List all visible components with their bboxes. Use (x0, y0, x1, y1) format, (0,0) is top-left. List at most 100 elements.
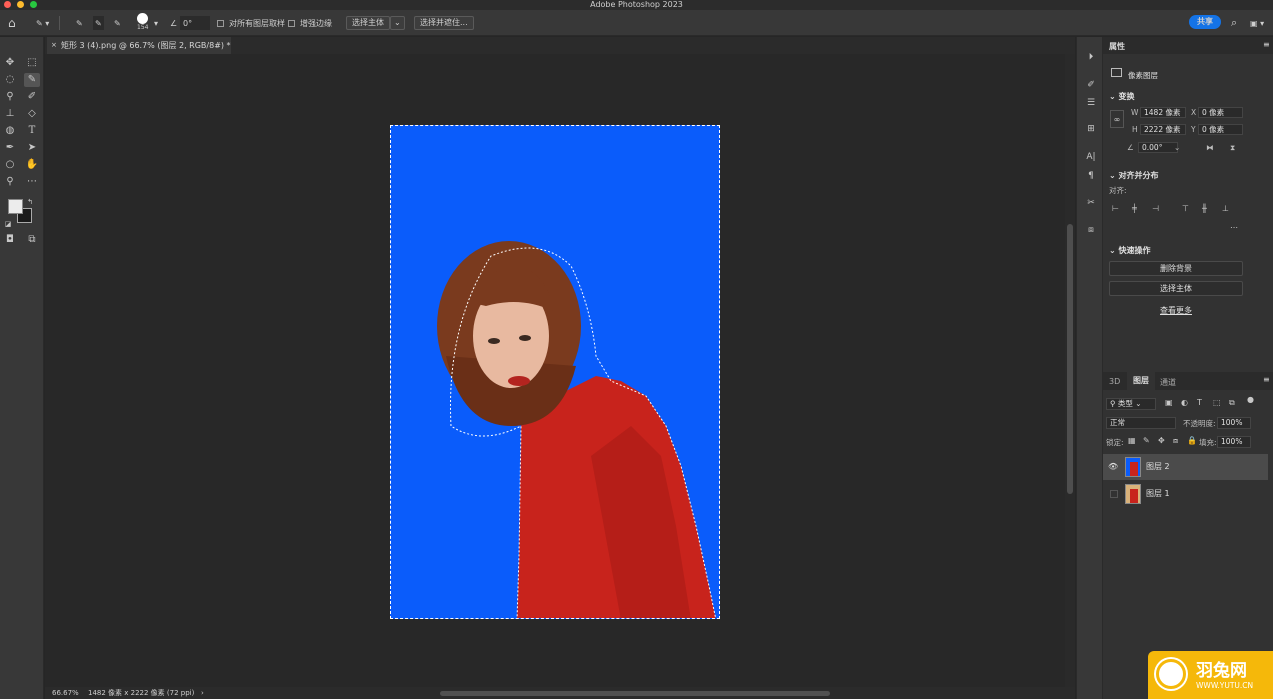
layer-filter-select[interactable]: ⚲ 类型 ⌄ (1106, 398, 1156, 410)
share-button[interactable]: 共享 (1189, 15, 1221, 29)
align-center-horizontal-icon[interactable]: ╪ (1132, 204, 1137, 213)
zoom-window-button[interactable] (30, 1, 37, 8)
lock-position-icon[interactable]: ✥ (1158, 436, 1165, 445)
paragraph-icon[interactable]: ¶ (1084, 171, 1098, 183)
filter-type-icon[interactable]: T (1197, 398, 1202, 407)
paths-icon[interactable]: ⧈ (1084, 225, 1098, 237)
adjustments-icon[interactable]: ☰ (1084, 98, 1098, 110)
width-input[interactable]: 1482 像素 (1140, 107, 1186, 118)
align-top-icon[interactable]: ⊤ (1182, 204, 1189, 213)
pen-tool-icon[interactable]: ✒ (2, 141, 18, 155)
tab-layers[interactable]: 图层 (1127, 372, 1155, 390)
ellipse-tool-icon[interactable]: ○ (2, 158, 18, 172)
more-tools-icon[interactable]: ⋯ (24, 175, 40, 189)
subtract-selection-icon[interactable]: ✎ (114, 16, 121, 30)
quick-selection-tool-icon[interactable]: ✎ (24, 73, 40, 87)
brush-dropdown-icon[interactable]: ▾ (154, 16, 158, 30)
tab-properties[interactable]: 属性 (1109, 41, 1125, 52)
quick-mask-icon[interactable]: ◘ (2, 233, 18, 247)
layer-row[interactable]: 👁 图层 2 (1103, 454, 1268, 480)
new-selection-icon[interactable]: ✎ (76, 16, 83, 30)
layer-row[interactable]: 图层 1 (1103, 481, 1268, 507)
align-left-icon[interactable]: ⊢ (1112, 204, 1119, 213)
history-icon[interactable]: ⏵ (1084, 52, 1098, 64)
status-arrow-icon[interactable]: › (201, 687, 204, 699)
brush-tool-icon[interactable]: ✐ (24, 90, 40, 104)
swap-colors-icon[interactable]: ↰ (26, 195, 34, 209)
hand-tool-icon[interactable]: ✋ (24, 158, 40, 172)
select-subject-dropdown[interactable]: ⌄ (390, 16, 405, 30)
lock-artboard-icon[interactable]: ⧈ (1173, 436, 1178, 446)
lock-image-icon[interactable]: ✎ (1143, 436, 1150, 445)
libraries-icon[interactable]: ⊞ (1084, 124, 1098, 136)
home-icon[interactable]: ⌂ (8, 16, 16, 30)
vertical-scroll-thumb[interactable] (1067, 224, 1073, 494)
brush-picker[interactable]: 154 (137, 13, 148, 33)
flip-horizontal-icon[interactable]: ⧓ (1206, 143, 1214, 152)
filter-adjustment-icon[interactable]: ◐ (1181, 398, 1188, 407)
foreground-color-swatch[interactable] (8, 199, 23, 214)
path-selection-tool-icon[interactable]: ➤ (24, 141, 40, 155)
filter-pixel-icon[interactable]: ▣ (1165, 398, 1173, 407)
close-tab-icon[interactable]: × (51, 37, 57, 54)
filter-smart-object-icon[interactable]: ⧉ (1229, 398, 1235, 408)
document-tab[interactable]: × 矩形 3 (4).png @ 66.7% (图层 2, RGB/8#) * (47, 37, 231, 54)
layer-name[interactable]: 图层 2 (1146, 454, 1170, 480)
dodge-tool-icon[interactable]: ◍ (2, 124, 18, 138)
fill-input[interactable]: 100% (1217, 436, 1251, 448)
quick-actions-title[interactable]: ⌄ 快速操作 (1109, 245, 1151, 256)
move-tool-icon[interactable]: ✥ (2, 56, 18, 70)
x-input[interactable]: 0 像素 (1198, 107, 1243, 118)
lock-transparency-icon[interactable]: ▦ (1128, 436, 1136, 445)
rotation-dropdown-icon[interactable]: ⌄ (1174, 143, 1180, 152)
align-section-title[interactable]: ⌄ 对齐并分布 (1109, 170, 1159, 181)
document-canvas[interactable] (390, 125, 720, 619)
panel-menu-icon[interactable]: ≡ (1263, 40, 1270, 49)
view-more-link[interactable]: 查看更多 (1160, 305, 1192, 316)
brush-settings-icon[interactable]: ✐ (1084, 80, 1098, 92)
height-input[interactable]: 2222 像素 (1140, 124, 1186, 135)
character-icon[interactable]: A| (1084, 152, 1098, 164)
rotation-input[interactable]: 0.00° (1138, 142, 1178, 153)
add-selection-icon[interactable]: ✎ (93, 16, 104, 30)
select-subject-button[interactable]: 选择主体 (346, 16, 390, 30)
select-and-mask-button[interactable]: 选择并遮住... (414, 16, 474, 30)
visibility-toggle[interactable] (1110, 490, 1118, 498)
tool-preset-picker[interactable]: ✎ ▾ (36, 16, 60, 30)
eyedropper-tool-icon[interactable]: ⚲ (2, 90, 18, 104)
tab-channels[interactable]: 通道 (1160, 377, 1176, 388)
tools-icon[interactable]: ✂ (1084, 198, 1098, 210)
remove-background-button[interactable]: 删除背景 (1109, 261, 1243, 276)
flip-vertical-icon[interactable]: ⧗ (1230, 143, 1235, 153)
angle-input[interactable]: 0° (180, 16, 210, 30)
y-input[interactable]: 0 像素 (1198, 124, 1243, 135)
close-window-button[interactable] (4, 1, 11, 8)
default-colors-icon[interactable]: ◪ (4, 217, 12, 231)
horizontal-scroll-thumb[interactable] (440, 691, 830, 696)
visibility-eye-icon[interactable]: 👁 (1108, 454, 1118, 480)
blend-mode-select[interactable]: 正常 (1106, 417, 1176, 429)
enhance-edge-checkbox[interactable]: 增强边缘 (288, 16, 332, 30)
eraser-tool-icon[interactable]: ◇ (24, 107, 40, 121)
lasso-tool-icon[interactable]: ◌ (2, 73, 18, 87)
type-tool-icon[interactable]: T (24, 124, 40, 138)
more-options-icon[interactable]: ⋯ (1230, 223, 1238, 232)
layers-menu-icon[interactable]: ≡ (1263, 375, 1270, 384)
vertical-scrollbar[interactable] (1065, 54, 1075, 687)
align-bottom-icon[interactable]: ⊥ (1222, 204, 1229, 213)
search-icon[interactable]: ⌕ (1231, 16, 1237, 30)
opacity-input[interactable]: 100% (1217, 417, 1251, 429)
select-subject-panel-button[interactable]: 选择主体 (1109, 281, 1243, 296)
transform-section-title[interactable]: ⌄ 变换 (1109, 91, 1135, 102)
filter-shape-icon[interactable]: ⬚ (1213, 398, 1221, 407)
layer-name[interactable]: 图层 1 (1146, 481, 1170, 507)
align-right-icon[interactable]: ⊣ (1152, 204, 1159, 213)
zoom-tool-icon[interactable]: ⚲ (2, 175, 18, 189)
zoom-level[interactable]: 66.67% (52, 687, 79, 699)
stamp-tool-icon[interactable]: ⊥ (2, 107, 18, 121)
sample-all-checkbox[interactable]: 对所有图层取样 (217, 16, 285, 30)
workspace-icon[interactable]: ▣ ▾ (1250, 16, 1264, 30)
tab-3d[interactable]: 3D (1109, 377, 1120, 386)
marquee-tool-icon[interactable]: ⬚ (24, 56, 40, 70)
lock-all-icon[interactable]: 🔒 (1187, 436, 1197, 445)
